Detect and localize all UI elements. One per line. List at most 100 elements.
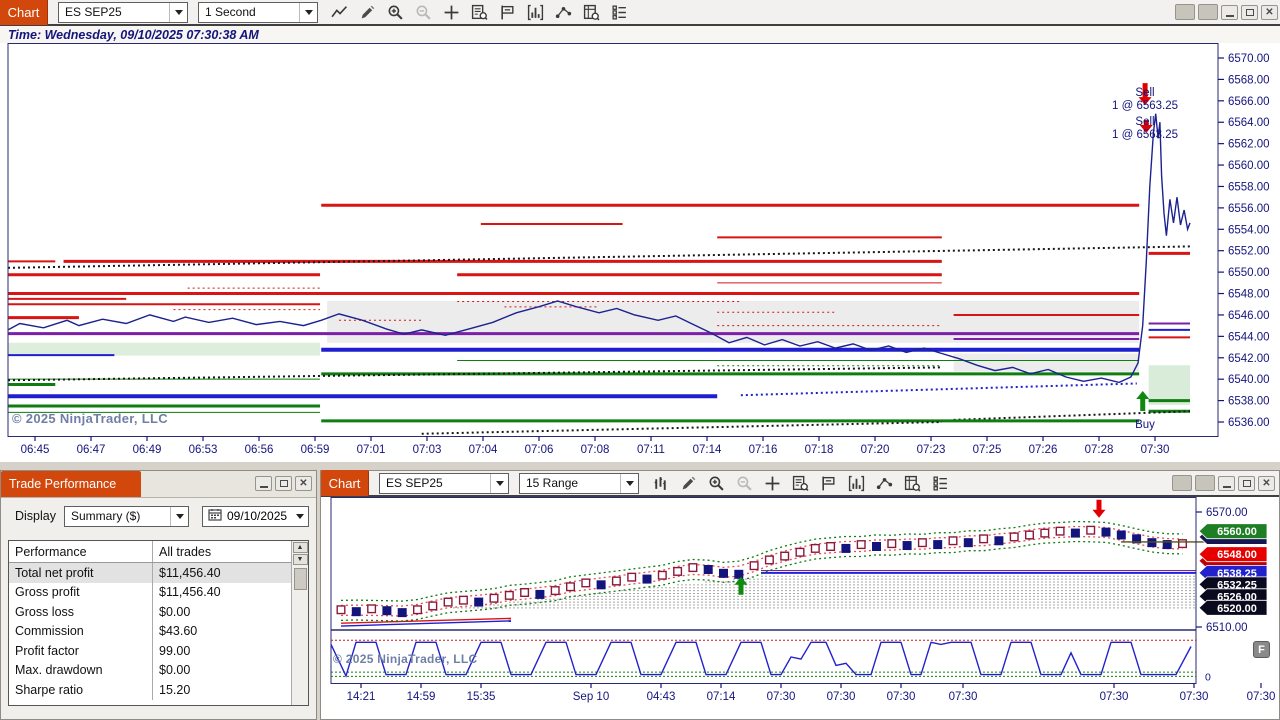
properties-icon[interactable]: [610, 3, 629, 22]
crosshair-icon[interactable]: [763, 474, 782, 493]
bottom-toolbar-icons: [651, 474, 950, 493]
window-extra-button-2[interactable]: [1195, 475, 1215, 491]
market-analyzer-icon[interactable]: [582, 3, 601, 22]
svg-text:15:35: 15:35: [467, 691, 496, 703]
svg-text:6520.00: 6520.00: [1217, 603, 1257, 615]
table-row[interactable]: Profit factor 99.00: [9, 641, 291, 661]
svg-text:07:06: 07:06: [525, 444, 554, 456]
minimize-button[interactable]: [1218, 475, 1235, 491]
tp-window-buttons: ✕: [255, 476, 312, 491]
svg-text:6550.00: 6550.00: [1228, 267, 1270, 279]
top-chart-window: Chart ES SEP25 1 Second ✕ Time: Wednesda…: [0, 0, 1280, 462]
svg-text:6536.00: 6536.00: [1228, 417, 1270, 429]
close-button[interactable]: ✕: [1258, 475, 1275, 491]
strategies-icon[interactable]: [875, 474, 894, 493]
svg-text:6566.00: 6566.00: [1228, 96, 1270, 108]
svg-text:06:45: 06:45: [21, 444, 50, 456]
svg-text:06:59: 06:59: [301, 444, 330, 456]
top-chart-plot[interactable]: 6570.00 6568.00 6566.00 6564.00 6562.00 6560.…: [0, 43, 1280, 461]
close-button[interactable]: ✕: [1261, 4, 1278, 20]
instrument-value: ES SEP25: [386, 476, 443, 490]
chevron-down-icon: [169, 2, 187, 22]
trade-performance-title: Trade Performance: [1, 471, 141, 497]
draw-icon[interactable]: [679, 474, 698, 493]
interval-select-bottom[interactable]: 15 Range: [519, 472, 639, 494]
svg-text:06:56: 06:56: [245, 444, 274, 456]
draw-icon[interactable]: [358, 3, 377, 22]
minimize-button[interactable]: [1221, 4, 1238, 20]
bottom-chart-toolbar: Chart ES SEP25 15 Range ✕: [321, 470, 1279, 497]
date-picker[interactable]: 09/10/2025: [202, 505, 309, 527]
window-extra-button-1[interactable]: [1175, 4, 1195, 20]
interval-value: 1 Second: [205, 5, 256, 19]
svg-text:07:25: 07:25: [973, 444, 1002, 456]
svg-text:6544.00: 6544.00: [1228, 331, 1270, 343]
svg-text:07:01: 07:01: [357, 444, 386, 456]
svg-text:0: 0: [1205, 671, 1211, 683]
svg-text:07:30: 07:30: [887, 691, 916, 703]
maximize-button[interactable]: [1241, 4, 1258, 20]
scroll-down-icon[interactable]: ▼: [292, 554, 308, 565]
svg-text:6558.00: 6558.00: [1228, 181, 1270, 193]
svg-text:07:23: 07:23: [917, 444, 946, 456]
indicators-icon[interactable]: [847, 474, 866, 493]
time-status-bar: Time: Wednesday, 09/10/2025 07:30:38 AM: [0, 26, 1280, 43]
zoom-in-icon[interactable]: [386, 3, 405, 22]
chart-style-icon[interactable]: [651, 474, 670, 493]
interval-select-top[interactable]: 1 Second: [198, 1, 318, 23]
chevron-down-icon: [292, 510, 308, 523]
zoom-out-icon[interactable]: [414, 3, 433, 22]
data-box-icon[interactable]: [470, 3, 489, 22]
interval-value: 15 Range: [526, 476, 579, 490]
maximize-button[interactable]: [1238, 475, 1255, 491]
table-row[interactable]: Commission $43.60: [9, 621, 291, 641]
window-extra-button-2[interactable]: [1198, 4, 1218, 20]
svg-text:07:20: 07:20: [861, 444, 890, 456]
properties-icon[interactable]: [931, 474, 950, 493]
svg-text:6546.00: 6546.00: [1228, 310, 1270, 322]
instrument-select-bottom[interactable]: ES SEP25: [379, 472, 509, 494]
trade-performance-titlebar[interactable]: Trade Performance ✕: [1, 471, 316, 498]
chart-style-icon[interactable]: [330, 3, 349, 22]
table-row[interactable]: Sharpe ratio 15.20: [9, 680, 291, 700]
svg-text:6542.00: 6542.00: [1228, 353, 1270, 365]
indicators-icon[interactable]: [526, 3, 545, 22]
display-select[interactable]: Summary ($): [64, 505, 189, 527]
chevron-down-icon: [299, 2, 317, 22]
desktop: Chart ES SEP25 1 Second ✕ Time: Wednesda…: [0, 0, 1280, 720]
data-box-icon[interactable]: [791, 474, 810, 493]
tab-chart-bottom[interactable]: Chart: [321, 470, 369, 496]
maximize-button[interactable]: [275, 476, 292, 491]
market-analyzer-icon[interactable]: [903, 474, 922, 493]
order-entry-icon[interactable]: [819, 474, 838, 493]
tab-chart-top[interactable]: Chart: [0, 0, 48, 25]
scroll-up-icon[interactable]: ▲: [292, 542, 308, 553]
zoom-in-icon[interactable]: [707, 474, 726, 493]
calendar-icon: [208, 508, 224, 524]
table-row[interactable]: Max. drawdown $0.00: [9, 660, 291, 680]
chevron-down-icon: [170, 506, 188, 526]
svg-text:07:18: 07:18: [805, 444, 834, 456]
svg-text:04:43: 04:43: [647, 691, 676, 703]
bottom-chart-plot[interactable]: 0 6570.00 6510.00 6560.00 6548.00 6538.25 6532…: [321, 497, 1279, 717]
top-window-buttons: ✕: [1175, 4, 1278, 20]
order-entry-icon[interactable]: [498, 3, 517, 22]
bottom-window-buttons: ✕: [1172, 475, 1275, 491]
table-scrollbar[interactable]: ▲ ▼: [291, 541, 308, 705]
scrollbar-thumb[interactable]: [293, 568, 307, 590]
window-extra-button-1[interactable]: [1172, 475, 1192, 491]
svg-text:6548.00: 6548.00: [1217, 549, 1257, 561]
zoom-out-icon[interactable]: [735, 474, 754, 493]
close-button[interactable]: ✕: [295, 476, 312, 491]
focus-button[interactable]: F: [1253, 641, 1270, 658]
table-row[interactable]: Gross profit $11,456.40: [9, 582, 291, 602]
minimize-button[interactable]: [255, 476, 272, 491]
table-row[interactable]: Total net profit $11,456.40: [9, 563, 291, 583]
buy-annotation: Buy: [1135, 419, 1155, 431]
crosshair-icon[interactable]: [442, 3, 461, 22]
instrument-select-top[interactable]: ES SEP25: [58, 1, 188, 23]
svg-text:07:03: 07:03: [413, 444, 442, 456]
table-row[interactable]: Gross loss $0.00: [9, 602, 291, 622]
strategies-icon[interactable]: [554, 3, 573, 22]
date-value: 09/10/2025: [227, 509, 288, 523]
